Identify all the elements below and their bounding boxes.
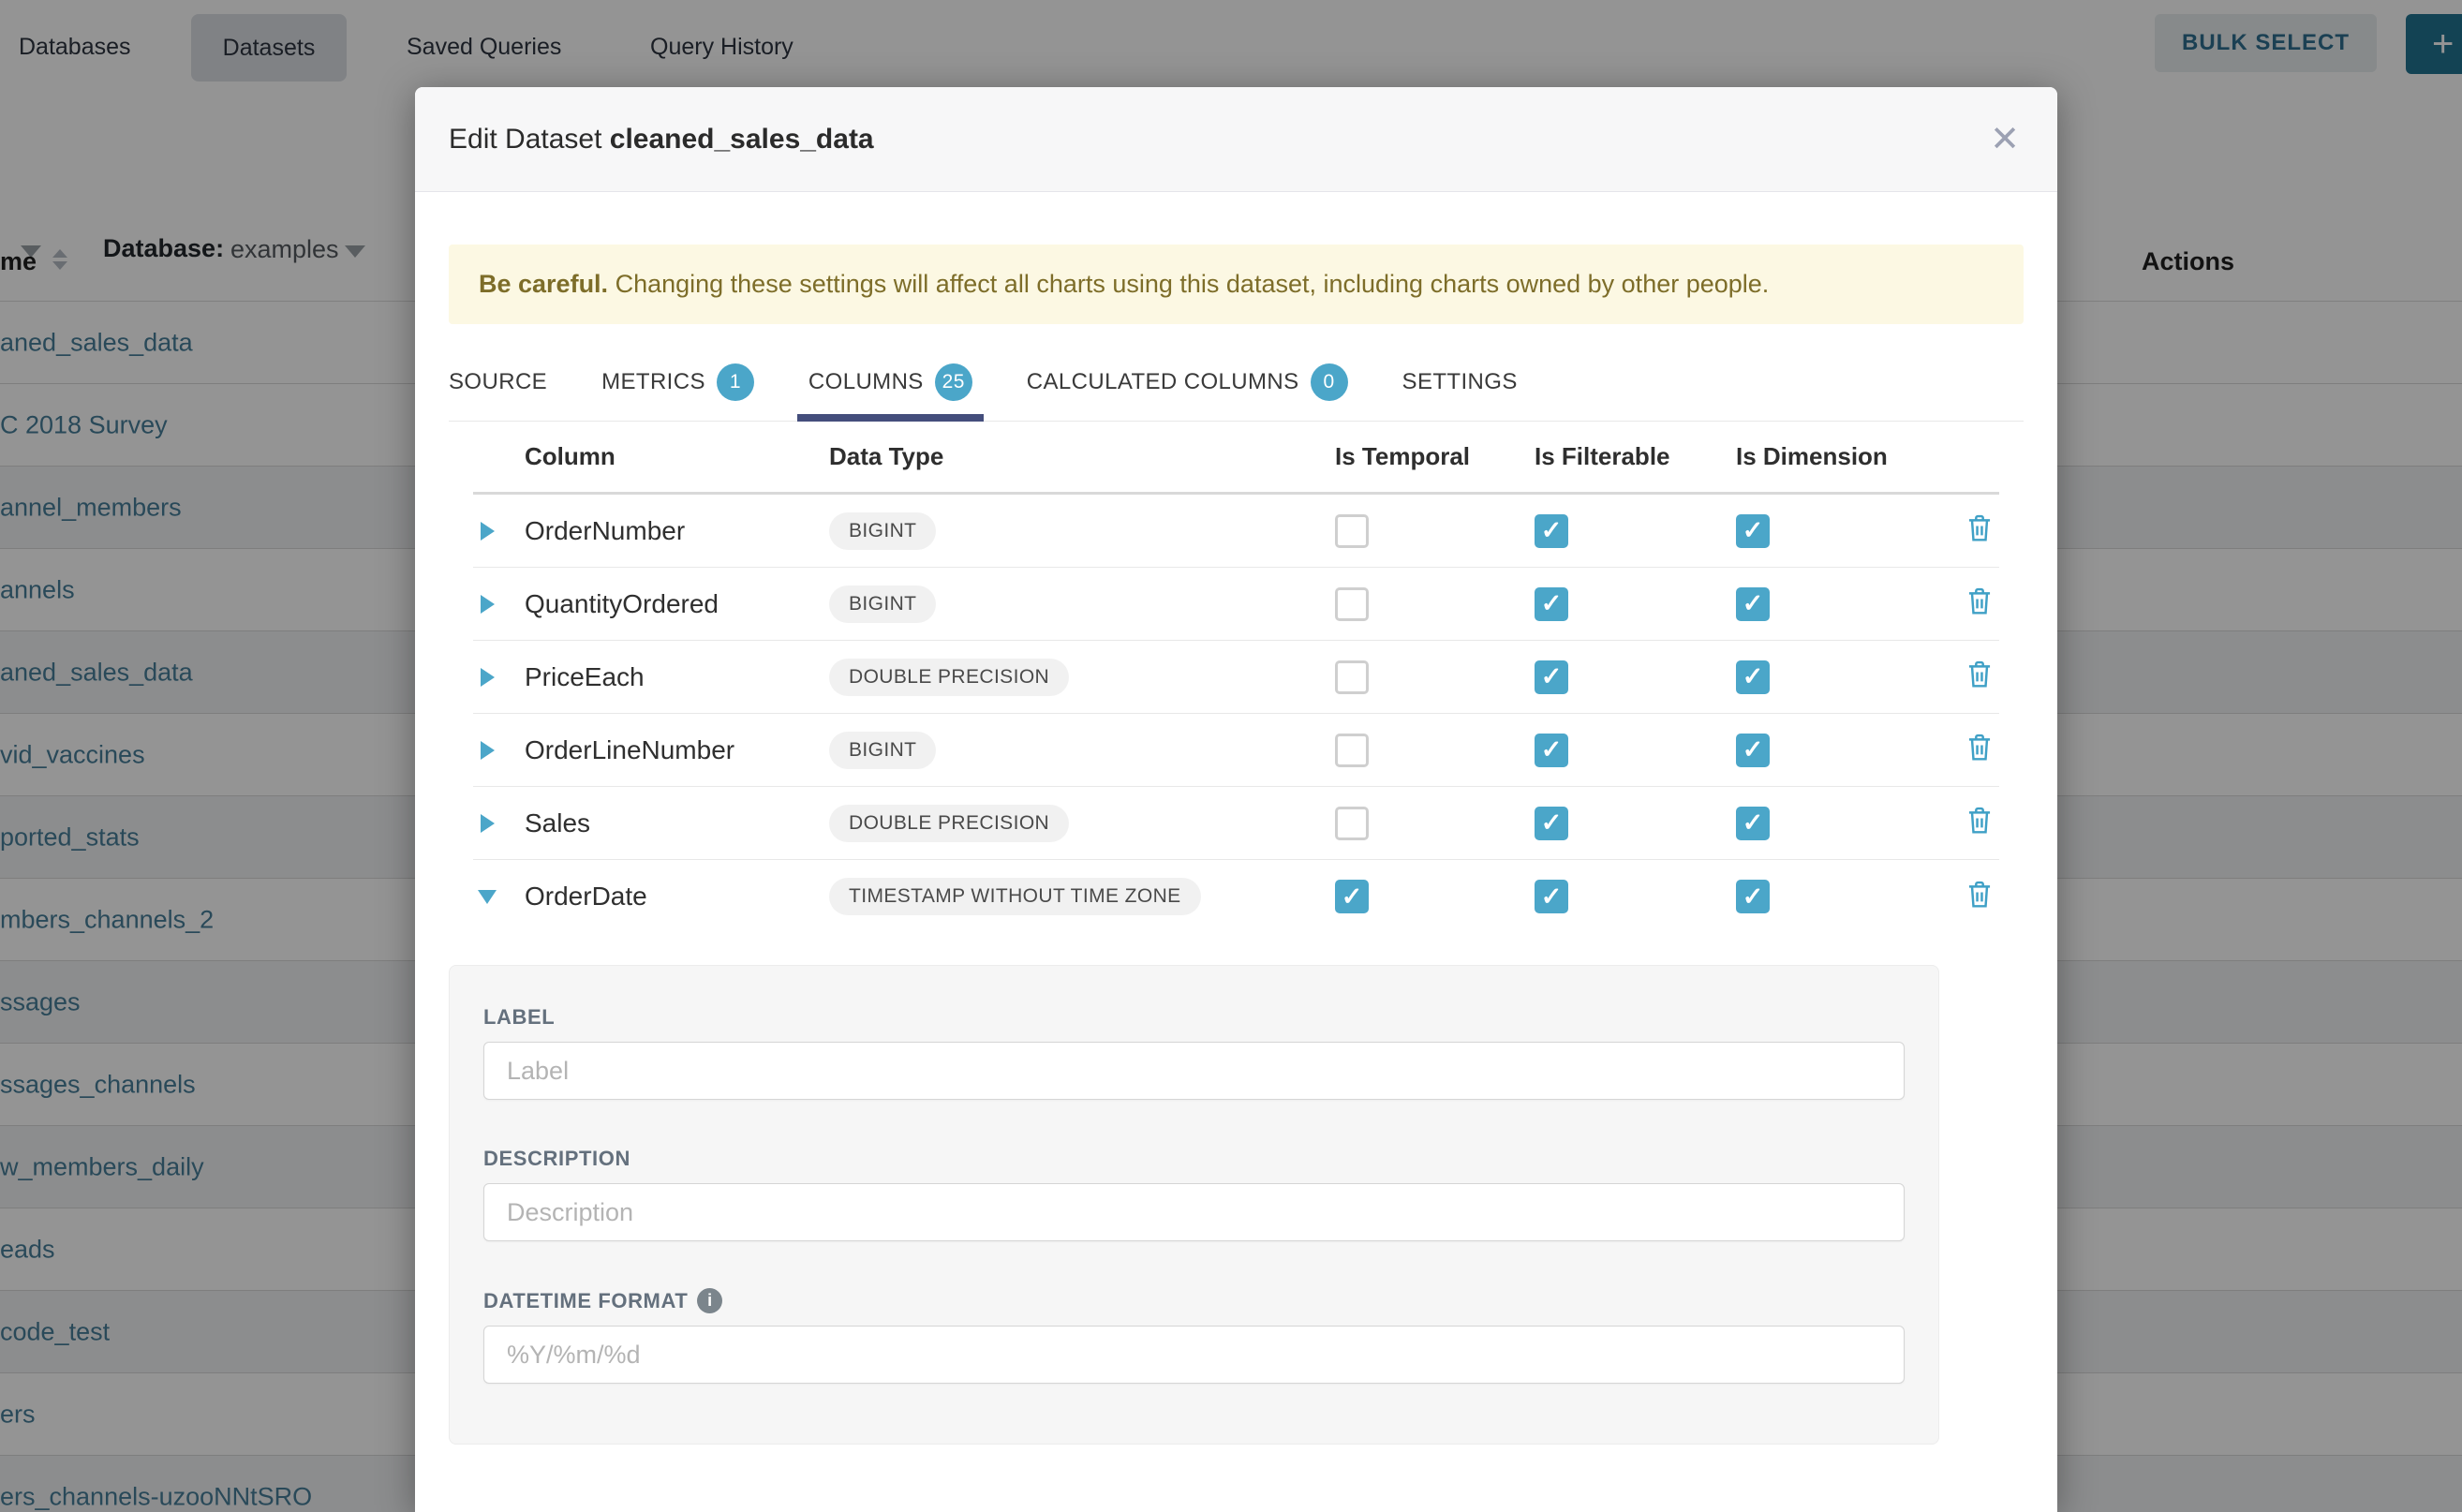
column-name: OrderNumber — [525, 516, 829, 546]
is-filterable-checkbox[interactable] — [1535, 514, 1568, 548]
is-filterable-checkbox[interactable] — [1535, 807, 1568, 840]
is-filterable-checkbox[interactable] — [1535, 660, 1568, 694]
trash-icon — [1965, 880, 1994, 910]
expand-caret-icon[interactable] — [481, 741, 495, 760]
column-row-orderlinenumber: OrderLineNumber BIGINT — [473, 714, 1999, 787]
is-temporal-header: Is Temporal — [1335, 442, 1535, 471]
delete-column-button[interactable] — [1965, 733, 1994, 767]
delete-column-button[interactable] — [1965, 806, 1994, 840]
column-name: Sales — [525, 808, 829, 838]
edit-dataset-modal: Edit Dataset cleaned_sales_data ✕ Be car… — [415, 87, 2057, 1512]
expand-caret-icon[interactable] — [481, 522, 495, 541]
info-icon[interactable]: i — [697, 1288, 722, 1313]
is-dimension-checkbox[interactable] — [1736, 734, 1770, 767]
metrics-count-badge: 1 — [717, 363, 754, 401]
modal-title-prefix: Edit Dataset — [449, 124, 601, 155]
column-name: OrderLineNumber — [525, 735, 829, 765]
data-type-pill: BIGINT — [829, 512, 936, 550]
tab-calculated-columns[interactable]: CALCULATED COLUMNS 0 — [1027, 343, 1348, 421]
expand-caret-icon[interactable] — [481, 595, 495, 614]
modal-tabbar: SOURCE METRICS 1 COLUMNS 25 CALCULATED C… — [449, 343, 2024, 422]
tab-settings-label: SETTINGS — [1402, 369, 1518, 395]
tab-source-label: SOURCE — [449, 369, 547, 395]
is-filterable-checkbox[interactable] — [1535, 587, 1568, 621]
is-temporal-checkbox[interactable] — [1335, 514, 1369, 548]
column-row-ordernumber: OrderNumber BIGINT — [473, 495, 1999, 568]
is-filterable-checkbox[interactable] — [1535, 734, 1568, 767]
is-temporal-checkbox[interactable] — [1335, 660, 1369, 694]
columns-count-badge: 25 — [935, 363, 972, 401]
description-input[interactable] — [483, 1183, 1905, 1241]
trash-icon — [1965, 513, 1994, 543]
trash-icon — [1965, 733, 1994, 763]
column-row-priceeach: PriceEach DOUBLE PRECISION — [473, 641, 1999, 714]
data-type-pill: DOUBLE PRECISION — [829, 805, 1069, 842]
modal-title: Edit Dataset cleaned_sales_data — [449, 124, 874, 156]
columns-table: Column Data Type Is Temporal Is Filterab… — [473, 422, 1999, 933]
data-type-pill: BIGINT — [829, 732, 936, 769]
is-temporal-checkbox[interactable] — [1335, 587, 1369, 621]
delete-column-button[interactable] — [1965, 513, 1994, 548]
trash-icon — [1965, 806, 1994, 836]
is-temporal-checkbox[interactable] — [1335, 734, 1369, 767]
data-type-pill: BIGINT — [829, 586, 936, 623]
warning-text: Changing these settings will affect all … — [608, 270, 1769, 298]
tab-settings[interactable]: SETTINGS — [1402, 343, 1518, 421]
page: Databases Datasets Saved Queries Query H… — [0, 0, 2462, 1512]
column-name: OrderDate — [525, 882, 829, 912]
orderdate-expanded-panel: LABEL DESCRIPTION DATETIME FORMAT i — [449, 965, 1939, 1445]
trash-icon — [1965, 660, 1994, 689]
is-filterable-header: Is Filterable — [1535, 442, 1736, 471]
modal-header: Edit Dataset cleaned_sales_data ✕ — [415, 87, 2057, 192]
is-dimension-checkbox[interactable] — [1736, 807, 1770, 840]
is-dimension-checkbox[interactable] — [1736, 587, 1770, 621]
label-input[interactable] — [483, 1042, 1905, 1100]
column-row-sales: Sales DOUBLE PRECISION — [473, 787, 1999, 860]
tab-columns[interactable]: COLUMNS 25 — [808, 343, 972, 421]
delete-column-button[interactable] — [1965, 586, 1994, 621]
delete-column-button[interactable] — [1965, 880, 1994, 914]
is-dimension-header: Is Dimension — [1736, 442, 1961, 471]
column-name: QuantityOrdered — [525, 589, 829, 619]
tab-metrics[interactable]: METRICS 1 — [601, 343, 754, 421]
tab-source[interactable]: SOURCE — [449, 343, 547, 421]
columns-table-header: Column Data Type Is Temporal Is Filterab… — [473, 422, 1999, 495]
calculated-columns-count-badge: 0 — [1311, 363, 1348, 401]
collapse-caret-icon[interactable] — [478, 890, 497, 904]
modal-title-dataset-name: cleaned_sales_data — [610, 124, 874, 155]
column-header: Column — [525, 442, 829, 471]
column-row-quantityordered: QuantityOrdered BIGINT — [473, 568, 1999, 641]
warning-banner: Be careful. Changing these settings will… — [449, 245, 2024, 324]
tab-metrics-label: METRICS — [601, 369, 705, 395]
is-filterable-checkbox[interactable] — [1535, 880, 1568, 913]
is-temporal-checkbox[interactable] — [1335, 880, 1369, 913]
is-dimension-checkbox[interactable] — [1736, 880, 1770, 913]
columns-table-body: OrderNumber BIGINT QuantityOrdered BIGIN… — [473, 495, 1999, 933]
expand-caret-icon[interactable] — [481, 814, 495, 833]
column-name: PriceEach — [525, 662, 829, 692]
data-type-pill: DOUBLE PRECISION — [829, 659, 1069, 696]
data-type-pill: TIMESTAMP WITHOUT TIME ZONE — [829, 878, 1201, 915]
close-icon[interactable]: ✕ — [1990, 122, 2020, 157]
delete-column-button[interactable] — [1965, 660, 1994, 694]
trash-icon — [1965, 586, 1994, 616]
is-dimension-checkbox[interactable] — [1736, 660, 1770, 694]
expand-caret-icon[interactable] — [481, 668, 495, 687]
datetime-format-input[interactable] — [483, 1326, 1905, 1384]
column-row-orderdate: OrderDate TIMESTAMP WITHOUT TIME ZONE — [473, 860, 1999, 933]
is-temporal-checkbox[interactable] — [1335, 807, 1369, 840]
datetime-format-field-label: DATETIME FORMAT i — [483, 1288, 1905, 1313]
data-type-header: Data Type — [829, 442, 1335, 471]
label-field-label: LABEL — [483, 1005, 1905, 1030]
tab-calculated-columns-label: CALCULATED COLUMNS — [1027, 369, 1299, 395]
warning-bold-text: Be careful. — [479, 270, 608, 298]
tab-columns-label: COLUMNS — [808, 369, 924, 395]
is-dimension-checkbox[interactable] — [1736, 514, 1770, 548]
description-field-label: DESCRIPTION — [483, 1147, 1905, 1171]
